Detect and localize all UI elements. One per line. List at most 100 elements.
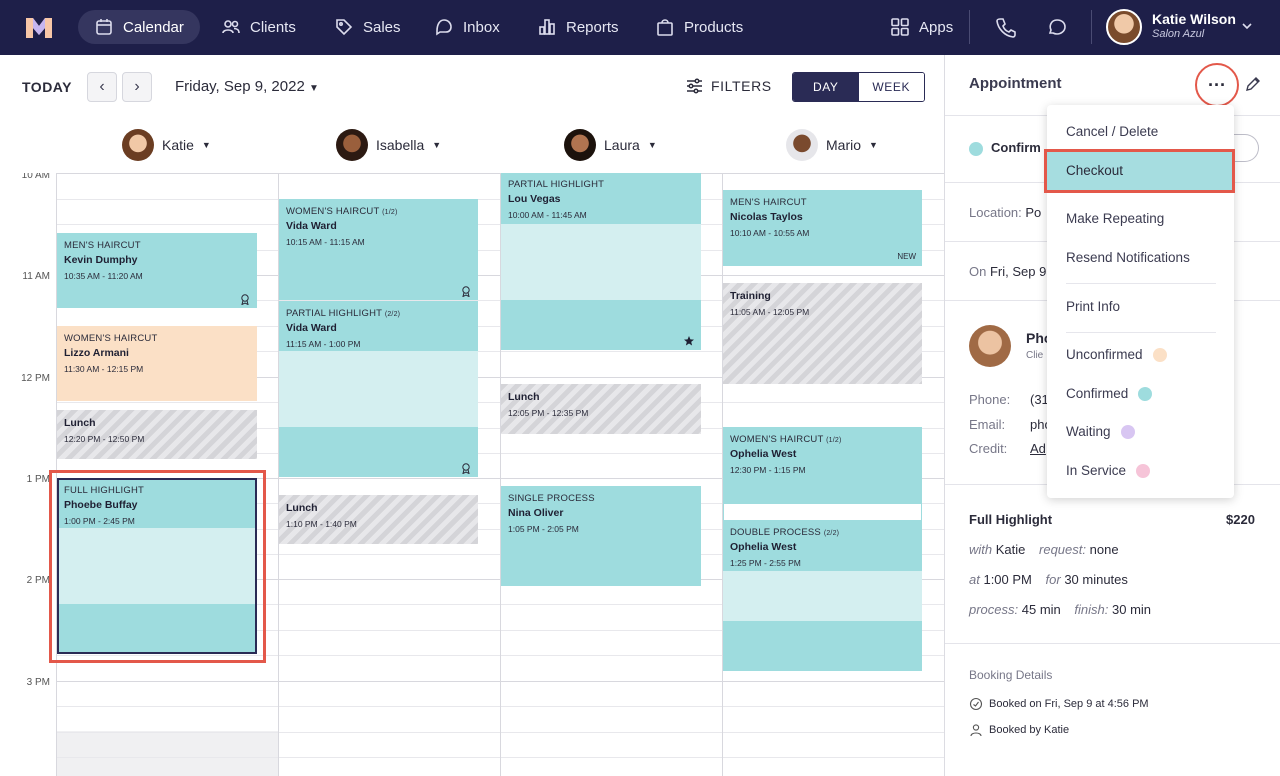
staff-name: Katie [162,137,194,153]
nav-clients[interactable]: Clients [205,10,312,44]
today-button[interactable]: TODAY [22,79,72,95]
menu-status-confirmed[interactable]: Confirmed [1066,386,1153,401]
menu-cancel-delete[interactable]: Cancel / Delete [1066,124,1158,139]
menu-separator [1066,283,1216,284]
filters-label: FILTERS [711,78,772,94]
appt-service: MEN'S HAIRCUT [730,197,807,208]
staff-katie[interactable]: Katie ▼ [122,129,211,161]
status-indicator: Confirm [969,140,1041,156]
add-credit-link[interactable]: Ad [1030,441,1046,456]
booked-by: Booked by Katie [989,724,1070,736]
filters-button[interactable]: FILTERS [686,78,772,94]
appointment-card[interactable]: MEN'S HAIRCUT Kevin Dumphy 10:35 AM - 11… [57,233,257,308]
staff-avatar [786,129,818,161]
menu-checkout[interactable]: Checkout [1044,149,1235,193]
time-label: 12 PM [21,373,50,384]
time-label: 2 PM [26,575,50,586]
nav-label: Reports [566,18,619,36]
appointment-card[interactable]: SINGLE PROCESS Nina Oliver 1:05 PM - 2:0… [501,486,701,586]
appt-client: Nicolas Taylos [730,211,803,223]
nav-sales[interactable]: Sales [318,10,417,44]
staff-avatar [564,129,596,161]
prev-day-button[interactable]: ‹ [87,72,117,102]
user-menu[interactable]: Katie Wilson Salon Azul [1106,9,1236,45]
menu-status-unconfirmed[interactable]: Unconfirmed [1066,347,1167,362]
staff-avatar [336,129,368,161]
appt-client: Nina Oliver [508,507,564,519]
phone-value[interactable]: (31 [1030,392,1049,407]
appointment-card[interactable]: PARTIAL HIGHLIGHT (2/2) Vida Ward 11:15 … [279,301,478,477]
blocked-time-range: 12:20 PM - 12:50 PM [64,434,145,444]
appointment-card[interactable]: DOUBLE PROCESS (2/2) Ophelia West 1:25 P… [723,503,922,671]
nav-inbox[interactable]: Inbox [418,10,516,44]
status-dot [1136,463,1151,478]
nav-label: Apps [919,18,954,36]
time-label: 1 PM [26,474,50,485]
nav-reports[interactable]: Reports [521,10,635,44]
blocked-title: Lunch [64,417,96,429]
chevron-down-icon[interactable] [1241,20,1253,32]
blocked-time[interactable]: Training 11:05 AM - 12:05 PM [723,283,922,384]
menu-status-waiting[interactable]: Waiting [1066,424,1135,439]
process-finish-row: process: 45 min finish: 30 min [969,602,1152,617]
user-name: Katie Wilson [1152,11,1236,27]
appt-client: Ophelia West [730,541,797,553]
menu-make-repeating[interactable]: Make Repeating [1066,211,1164,226]
nav-label: Inbox [463,18,500,36]
nav-calendar[interactable]: Calendar [78,10,200,44]
app-logo[interactable] [24,14,54,40]
appt-client: Vida Ward [286,220,337,232]
caret-down-icon: ▼ [869,140,878,150]
view-toggle: DAY WEEK [792,72,925,102]
user-salon: Salon Azul [1152,28,1205,40]
chat-button[interactable] [1046,16,1068,38]
appt-client: Ophelia West [730,448,797,460]
booked-on: Booked on Fri, Sep 9 at 4:56 PM [989,698,1149,710]
view-day-button[interactable]: DAY [793,73,859,101]
staff-isabella[interactable]: Isabella ▼ [336,129,441,161]
staff-mario[interactable]: Mario ▼ [786,129,878,161]
appt-time: 1:25 PM - 2:55 PM [730,558,801,568]
staff-laura[interactable]: Laura ▼ [564,129,657,161]
date-row: On Fri, Sep 9 [969,264,1047,279]
inbox-icon [436,19,452,36]
view-week-button[interactable]: WEEK [858,73,924,101]
appointment-card[interactable]: WOMEN'S HAIRCUT (1/2) Ophelia West 12:30… [723,427,922,503]
menu-print-info[interactable]: Print Info [1066,299,1120,314]
appt-service: WOMEN'S HAIRCUT (1/2) [730,434,842,445]
time-duration-row: at 1:00 PM for 30 minutes [969,572,1128,587]
more-options-button[interactable]: ··· [1195,63,1239,107]
email-label: Email: [969,417,1006,432]
blocked-time[interactable]: Lunch 12:05 PM - 12:35 PM [501,384,701,434]
menu-status-in-service[interactable]: In Service [1066,463,1151,478]
blocked-time[interactable]: Lunch 1:10 PM - 1:40 PM [279,495,478,544]
status-dot [1138,386,1153,401]
blocked-time-range: 1:10 PM - 1:40 PM [286,519,357,529]
nav-apps[interactable]: Apps [874,10,969,44]
phone-icon [996,18,1016,38]
client-subtitle: Clie [1026,350,1044,361]
user-avatar [1106,9,1142,45]
next-day-button[interactable]: › [122,72,152,102]
appointment-card[interactable]: WOMEN'S HAIRCUT (1/2) Vida Ward 10:15 AM… [279,199,478,300]
appointment-options-menu: Cancel / Delete Checkout Make Repeating … [1044,105,1235,498]
nav-label: Calendar [123,18,184,36]
time-label: 10 AM [21,173,50,181]
appt-time: 10:10 AM - 10:55 AM [730,228,810,238]
appointment-card[interactable]: WOMEN'S HAIRCUT Lizzo Armani 11:30 AM - … [57,326,257,401]
appointment-card[interactable]: MEN'S HAIRCUT Nicolas Taylos 10:10 AM - … [723,190,922,266]
appt-time: 10:15 AM - 11:15 AM [286,237,365,247]
menu-resend-notifications[interactable]: Resend Notifications [1066,250,1190,265]
nav-products[interactable]: Products [639,10,759,44]
time-label: 3 PM [26,677,50,688]
date-picker[interactable]: Friday, Sep 9, 2022 ▼ [175,78,319,95]
person-icon [970,724,982,737]
blocked-time[interactable]: Lunch 12:20 PM - 12:50 PM [57,410,257,459]
sliders-icon [687,78,702,94]
appointment-card[interactable]: PARTIAL HIGHLIGHT Lou Vegas 10:00 AM - 1… [501,173,701,350]
appt-time: 1:05 PM - 2:05 PM [508,524,579,534]
phone-label: Phone: [969,392,1011,407]
selected-appointment-highlight [49,470,266,663]
pencil-icon[interactable] [1244,75,1262,93]
phone-button[interactable] [995,16,1017,38]
